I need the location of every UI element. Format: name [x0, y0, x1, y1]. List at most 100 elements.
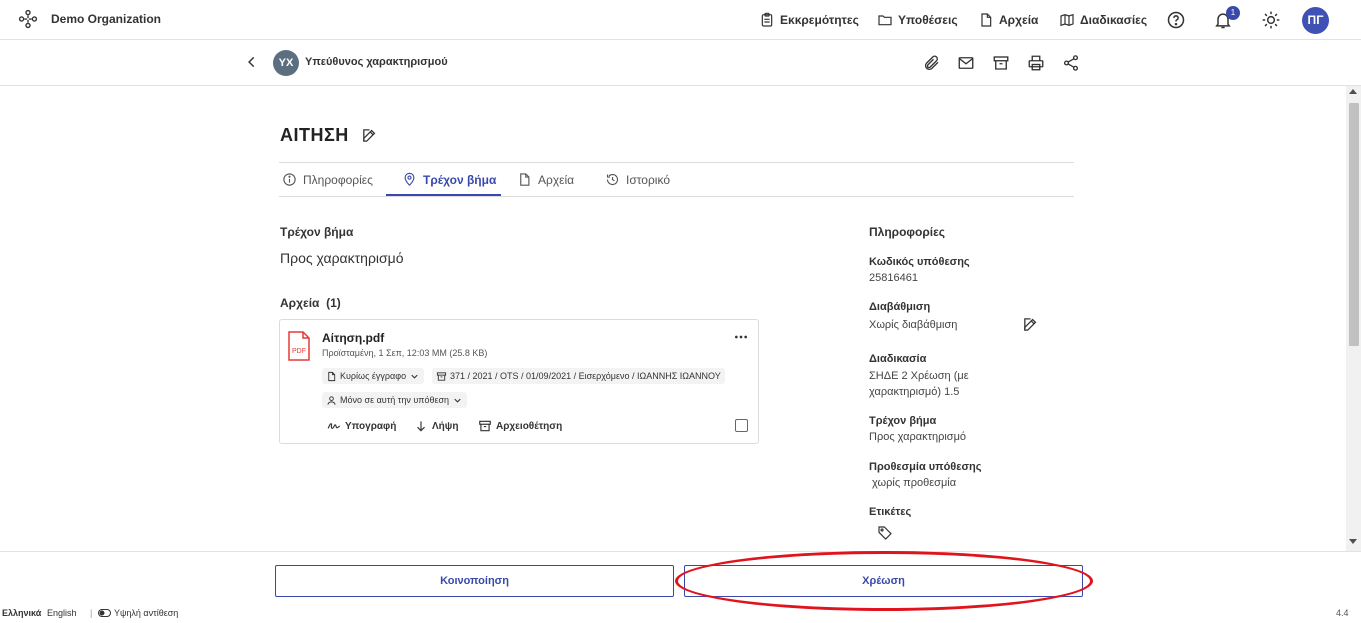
chevron-down-icon — [411, 374, 418, 379]
file-icon — [520, 173, 530, 186]
procedure-label: Διαδικασία — [869, 353, 927, 365]
deadline-label: Προθεσμία υπόθεσης — [869, 461, 982, 473]
current-step-value: Προς χαρακτηρισμό — [280, 250, 404, 266]
file-select-checkbox[interactable] — [735, 419, 748, 432]
high-contrast-label[interactable]: Υψηλή αντίθεση — [114, 608, 178, 618]
tab-history[interactable]: Ιστορικό — [605, 172, 670, 187]
archive-button[interactable]: Αρχειοθέτηση — [478, 419, 562, 433]
document-type-dropdown[interactable]: Κυρίως έγγραφο — [322, 368, 425, 384]
file-icon — [981, 13, 992, 27]
scope-dropdown[interactable]: Μόνο σε αυτή την υπόθεση — [322, 392, 468, 408]
case-code-label: Κωδικός υπόθεσης — [869, 256, 970, 268]
tab-info[interactable]: Πληροφορίες — [282, 172, 373, 187]
tab-history-label: Ιστορικό — [626, 172, 671, 187]
file-name[interactable]: Αίτηση.pdf — [322, 331, 384, 345]
files-heading: Αρχεία (1) — [280, 296, 341, 310]
person-icon — [327, 395, 336, 405]
pdf-file-icon: PDF — [288, 331, 310, 361]
info-current-step-value: Προς χαρακτηρισμό — [869, 431, 967, 443]
download-label: Λήψη — [432, 420, 459, 432]
info-icon — [283, 173, 296, 186]
notification-badge: 1 — [1226, 6, 1240, 20]
tab-info-label: Πληροφορίες — [303, 172, 373, 187]
toggle-icon[interactable] — [98, 608, 111, 618]
case-toolbar: ΥΧ Υπεύθυνος χαρακτηρισμού — [0, 40, 1361, 86]
signature-icon — [327, 423, 341, 429]
printer-icon[interactable] — [1027, 54, 1045, 72]
organization-name[interactable]: Demo Organization — [51, 12, 161, 26]
location-pin-icon — [404, 172, 415, 186]
more-options-icon[interactable] — [733, 329, 749, 345]
registry-chip[interactable]: 371 / 2021 / OTS / 01/09/2021 / Εισερχόμ… — [432, 368, 725, 384]
tab-files-label: Αρχεία — [538, 172, 575, 187]
nav-pending[interactable]: Εκκρεμότητες — [759, 12, 859, 28]
pdf-file-type-label: PDF — [292, 348, 306, 355]
nav-procedures-label: Διαδικασίες — [1080, 13, 1148, 27]
download-button[interactable]: Λήψη — [414, 419, 458, 433]
tags-label: Ετικέτες — [869, 506, 912, 518]
file-meta: Προϊσταμένη, 1 Σεπ, 12:03 ΜΜ (25.8 KB) — [322, 348, 488, 358]
edit-classification-icon[interactable] — [1022, 316, 1039, 333]
tab-files[interactable]: Αρχεία — [517, 172, 574, 187]
archive-icon[interactable] — [992, 54, 1010, 72]
archive-label: Αρχειοθέτηση — [496, 420, 563, 432]
info-heading: Πληροφορίες — [869, 225, 946, 239]
assignee-name: Υπεύθυνος χαρακτηρισμού — [305, 56, 448, 68]
history-icon — [606, 173, 618, 186]
sun-icon[interactable] — [1261, 10, 1281, 30]
share-button[interactable]: Κοινοποίηση — [275, 565, 674, 597]
scope-value: Μόνο σε αυτή την υπόθεση — [340, 395, 450, 405]
archive-icon — [436, 371, 447, 381]
edit-title-icon[interactable] — [361, 127, 378, 144]
nav-files[interactable]: Αρχεία — [978, 12, 1038, 28]
paperclip-icon[interactable] — [923, 54, 941, 72]
nav-pending-label: Εκκρεμότητες — [780, 13, 859, 27]
case-code-value: 25816461 — [869, 272, 918, 284]
back-chevron-icon[interactable] — [245, 55, 259, 69]
bottom-action-bar — [0, 551, 1361, 601]
sign-button[interactable]: Υπογραφή — [327, 419, 396, 433]
folder-icon — [878, 15, 892, 26]
files-count: (1) — [326, 296, 341, 310]
footer-separator: | — [90, 608, 93, 618]
nav-cases[interactable]: Υποθέσεις — [877, 12, 958, 28]
archive-icon — [479, 420, 491, 432]
info-current-step-label: Τρέχον βήμα — [869, 415, 937, 427]
nav-files-label: Αρχεία — [999, 13, 1039, 27]
language-english[interactable]: English — [47, 608, 77, 618]
classification-value: Χωρίς διαβάθμιση — [869, 319, 958, 331]
app-version: 4.4 — [1336, 608, 1349, 618]
registry-value: 371 / 2021 / OTS / 01/09/2021 / Εισερχόμ… — [450, 371, 721, 381]
language-greek[interactable]: Ελληνικά — [2, 608, 41, 618]
organization-logo-icon[interactable] — [17, 8, 39, 30]
procedure-value-line2: χαρακτηρισμό) 1.5 — [869, 386, 960, 398]
procedure-value-line1: ΣΗΔΕ 2 Χρέωση (με — [869, 370, 969, 382]
share-icon[interactable] — [1062, 54, 1080, 72]
tab-current-step[interactable]: Τρέχον βήμα — [402, 172, 496, 187]
scroll-up-arrow-icon[interactable] — [1349, 89, 1357, 94]
help-icon[interactable] — [1166, 10, 1186, 30]
assign-button[interactable]: Χρέωση — [684, 565, 1083, 597]
arrow-down-icon — [417, 421, 425, 432]
files-heading-label: Αρχεία — [280, 296, 320, 310]
nav-procedures[interactable]: Διαδικασίες — [1059, 12, 1147, 28]
tabs-divider — [279, 196, 1074, 197]
mail-icon[interactable] — [957, 54, 975, 72]
top-bar: Demo Organization Εκκρεμότητες Υποθέσεις… — [0, 0, 1361, 40]
clipboard-icon — [761, 12, 773, 27]
scroll-down-arrow-icon[interactable] — [1349, 539, 1357, 544]
divider — [279, 162, 1074, 163]
tag-icon[interactable] — [877, 525, 893, 541]
case-title: ΑΙΤΗΣΗ — [280, 125, 349, 145]
tab-current-step-label: Τρέχον βήμα — [423, 172, 497, 187]
classification-label: Διαβάθμιση — [869, 301, 931, 313]
current-step-heading: Τρέχον βήμα — [280, 225, 354, 239]
user-avatar[interactable]: ΠΓ — [1302, 7, 1329, 34]
scrollbar-thumb[interactable] — [1349, 103, 1359, 346]
document-type-value: Κυρίως έγγραφο — [340, 371, 407, 381]
sign-label: Υπογραφή — [345, 420, 397, 432]
nav-cases-label: Υποθέσεις — [898, 13, 958, 27]
deadline-value: χωρίς προθεσμία — [869, 477, 957, 489]
assignee-avatar: ΥΧ — [273, 50, 299, 76]
file-icon — [328, 371, 336, 381]
